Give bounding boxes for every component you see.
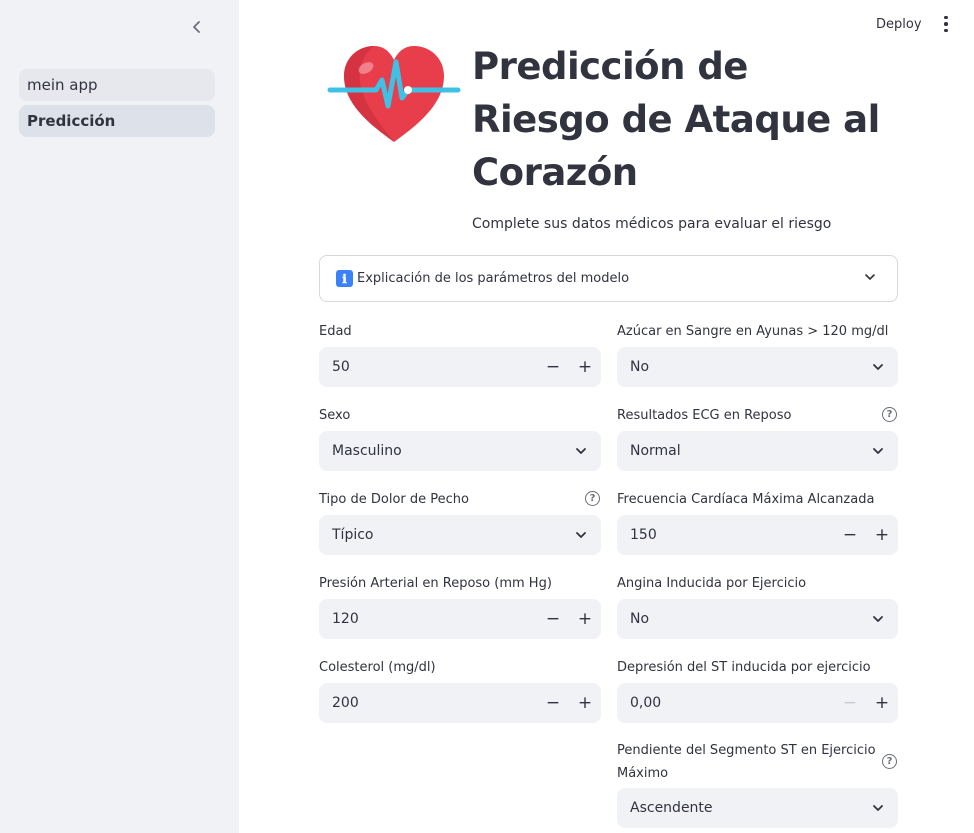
select-chevron: [858, 599, 898, 639]
increment-button[interactable]: +: [569, 347, 601, 387]
decrement-button[interactable]: −: [537, 347, 569, 387]
sidebar-item-mein-app[interactable]: mein app: [19, 69, 215, 101]
page-subtitle: Complete sus datos médicos para evaluar …: [472, 216, 832, 232]
select-chevron: [561, 431, 601, 471]
menu-dot: [944, 15, 948, 20]
info-icon: ℹ: [336, 270, 353, 287]
sexo-select[interactable]: Masculino: [319, 431, 601, 471]
select-chevron: [561, 515, 601, 555]
azucar-value: No: [630, 359, 650, 375]
label-line: Máximo: [617, 766, 669, 781]
colesterol-value: 200: [332, 695, 359, 711]
decrement-button[interactable]: −: [834, 683, 866, 723]
title-line: Predicción de: [472, 45, 748, 88]
menu-dot: [944, 28, 948, 33]
select-chevron: [858, 788, 898, 828]
ecg-value: Normal: [630, 443, 681, 459]
frecuencia-stepper: − +: [834, 515, 898, 555]
sexo-label: Sexo: [319, 408, 351, 423]
help-icon[interactable]: ?: [882, 407, 897, 422]
chevron-down-icon: [576, 448, 586, 454]
sidebar-item-prediccion[interactable]: Predicción: [19, 105, 215, 137]
sexo-value: Masculino: [332, 443, 402, 459]
pendiente-st-label: Pendiente del Segmento ST en Ejercicio M…: [617, 739, 876, 785]
edad-label: Edad: [319, 324, 352, 339]
decrement-button[interactable]: −: [834, 515, 866, 555]
select-chevron: [858, 431, 898, 471]
frecuencia-value: 150: [630, 527, 657, 543]
presion-label: Presión Arterial en Reposo (mm Hg): [319, 576, 552, 591]
dolor-pecho-select[interactable]: Típico: [319, 515, 601, 555]
label-line: Pendiente del Segmento ST en Ejercicio: [617, 743, 876, 758]
help-icon[interactable]: ?: [585, 491, 600, 506]
edad-number-input[interactable]: 50 − +: [319, 347, 601, 387]
angina-select[interactable]: No: [617, 599, 898, 639]
sidebar: mein app Predicción: [0, 0, 239, 833]
chevron-down-icon: [873, 805, 883, 811]
help-icon[interactable]: ?: [882, 754, 897, 769]
presion-stepper: − +: [537, 599, 601, 639]
main-menu-button[interactable]: [938, 12, 954, 36]
sidebar-nav: mein app Predicción: [19, 69, 215, 141]
dolor-pecho-value: Típico: [332, 527, 374, 543]
chevron-down-icon: [576, 532, 586, 538]
decrement-button[interactable]: −: [537, 599, 569, 639]
depresion-st-value: 0,00: [630, 695, 662, 711]
title-line: Riesgo de Ataque al: [472, 98, 880, 141]
expander-label: Explicación de los parámetros del modelo: [357, 271, 630, 286]
depresion-st-label: Depresión del ST inducida por ejercicio: [617, 660, 871, 675]
angina-label: Angina Inducida por Ejercicio: [617, 576, 807, 591]
pendiente-st-value: Ascendente: [630, 800, 713, 816]
chevron-left-icon: [193, 21, 200, 33]
colesterol-number-input[interactable]: 200 − +: [319, 683, 601, 723]
deploy-button[interactable]: Deploy: [870, 12, 928, 36]
increment-button[interactable]: +: [866, 683, 898, 723]
sidebar-item-label: Predicción: [27, 112, 116, 130]
azucar-select[interactable]: No: [617, 347, 898, 387]
angina-value: No: [630, 611, 650, 627]
azucar-label: Azúcar en Sangre en Ayunas > 120 mg/dl: [617, 324, 889, 339]
chevron-down-icon: [873, 364, 883, 370]
chevron-down-icon: [873, 616, 883, 622]
presion-value: 120: [332, 611, 359, 627]
sidebar-item-label: mein app: [27, 76, 98, 94]
ecg-select[interactable]: Normal: [617, 431, 898, 471]
parameters-explanation-expander[interactable]: ℹ Explicación de los parámetros del mode…: [319, 255, 898, 302]
collapse-sidebar-button[interactable]: [186, 16, 208, 38]
pendiente-st-select[interactable]: Ascendente: [617, 788, 898, 828]
depresion-st-stepper: − +: [834, 683, 898, 723]
increment-button[interactable]: +: [866, 515, 898, 555]
page-title: Predicción de Riesgo de Ataque al Corazó…: [472, 40, 902, 199]
edad-stepper: − +: [537, 347, 601, 387]
presion-number-input[interactable]: 120 − +: [319, 599, 601, 639]
colesterol-stepper: − +: [537, 683, 601, 723]
deploy-label: Deploy: [876, 16, 922, 32]
decrement-button[interactable]: −: [537, 683, 569, 723]
ecg-label: Resultados ECG en Reposo: [617, 408, 792, 423]
increment-button[interactable]: +: [569, 599, 601, 639]
depresion-st-number-input[interactable]: 0,00 − +: [617, 683, 898, 723]
chevron-down-icon: [865, 274, 875, 280]
select-chevron: [858, 347, 898, 387]
edad-value: 50: [332, 359, 350, 375]
title-line: Corazón: [472, 151, 638, 194]
colesterol-label: Colesterol (mg/dl): [319, 660, 436, 675]
frecuencia-number-input[interactable]: 150 − +: [617, 515, 898, 555]
menu-dot: [944, 22, 948, 26]
dolor-pecho-label: Tipo de Dolor de Pecho: [319, 492, 469, 507]
increment-button[interactable]: +: [569, 683, 601, 723]
frecuencia-label: Frecuencia Cardíaca Máxima Alcanzada: [617, 492, 875, 507]
chevron-down-icon: [873, 448, 883, 454]
heart-pulse-logo: [327, 46, 461, 142]
